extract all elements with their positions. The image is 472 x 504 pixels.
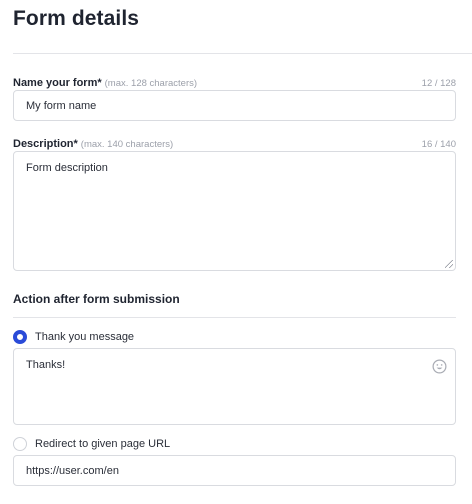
description-label-group: Description* (max. 140 characters) [13, 134, 173, 152]
section-divider [13, 317, 456, 318]
radio-thank-you-row[interactable]: Thank you message [13, 330, 134, 344]
form-name-input[interactable]: My form name [13, 90, 456, 121]
radio-redirect-row[interactable]: Redirect to given page URL [13, 437, 170, 451]
description-textarea[interactable]: Form description [13, 151, 456, 271]
description-label: Description* [13, 138, 78, 150]
redirect-url-input[interactable]: https://user.com/en [13, 455, 456, 486]
thank-you-message-value: Thanks! [26, 359, 66, 371]
action-section-title: Action after form submission [13, 292, 180, 306]
description-counter: 16 / 140 [421, 139, 456, 150]
form-name-counter: 12 / 128 [421, 78, 456, 89]
radio-redirect-label: Redirect to given page URL [35, 438, 171, 450]
resize-handle-icon[interactable] [445, 260, 453, 268]
page-title: Form details [13, 7, 140, 30]
radio-thank-you[interactable] [13, 330, 27, 344]
description-value: Form description [26, 162, 108, 174]
form-name-label-row: Name your form* (max. 128 characters) 12 … [13, 73, 456, 91]
form-name-hint: (max. 128 characters) [104, 78, 198, 89]
form-name-value: My form name [26, 99, 97, 112]
radio-thank-you-label: Thank you message [35, 331, 135, 343]
form-name-label: Name your form* [13, 77, 102, 89]
description-label-row: Description* (max. 140 characters) 16 / 1… [13, 134, 456, 152]
redirect-url-value: https://user.com/en [26, 464, 119, 477]
form-name-label-group: Name your form* (max. 128 characters) [13, 73, 197, 91]
smiley-icon[interactable] [432, 359, 447, 374]
form-details-panel: Form details Name your form* (max. 128 ch… [0, 0, 472, 504]
thank-you-message-textarea[interactable]: Thanks! [13, 348, 456, 425]
radio-redirect[interactable] [13, 437, 27, 451]
title-divider [13, 53, 472, 54]
description-hint: (max. 140 characters) [80, 139, 174, 150]
